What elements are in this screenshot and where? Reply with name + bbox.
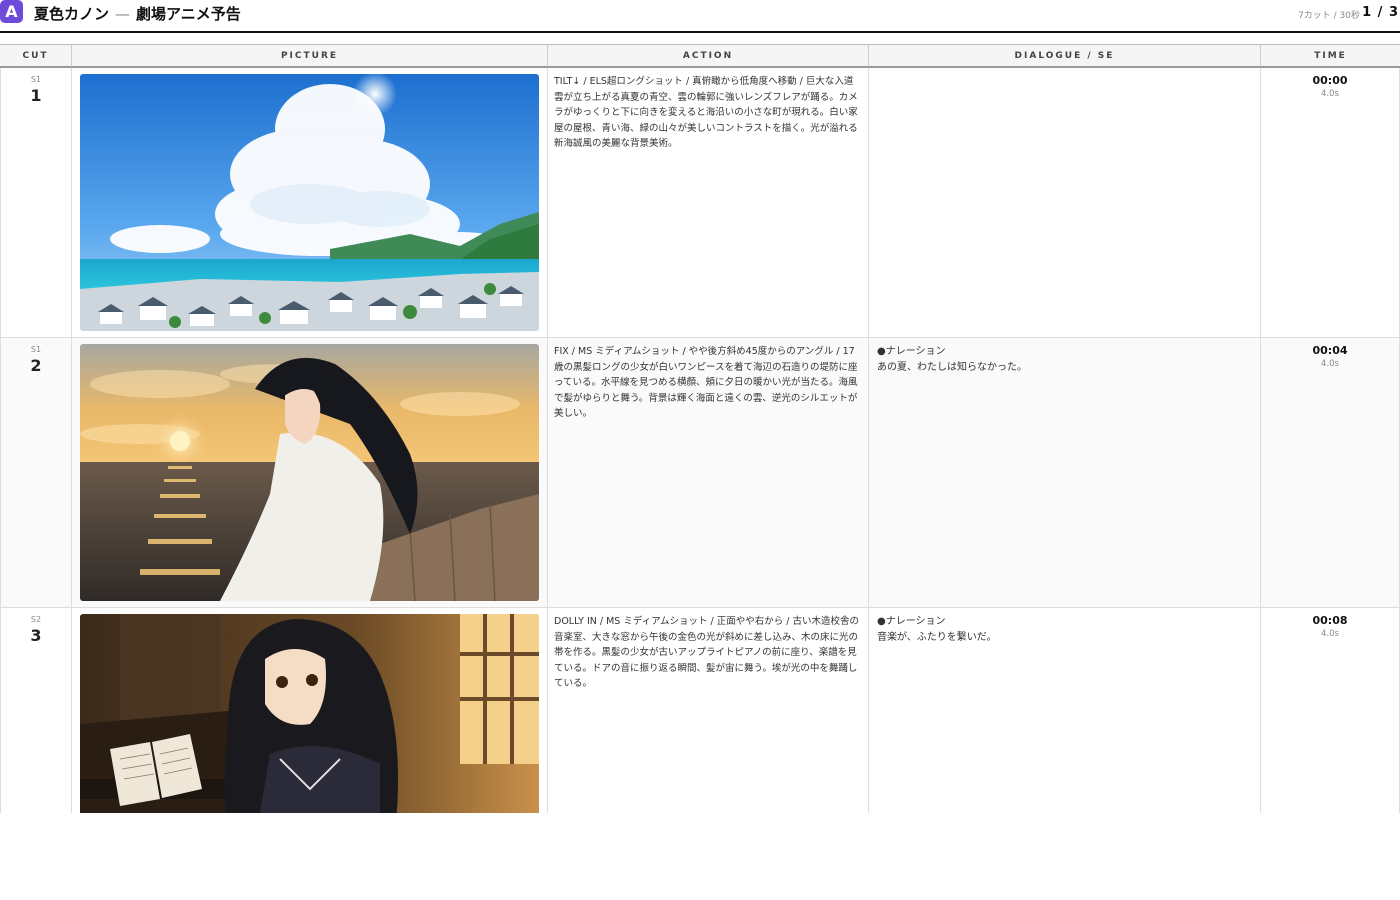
title-separator: — (115, 5, 131, 23)
project-subtitle: 劇場アニメ予告 (136, 5, 241, 23)
table-row[interactable]: S2 3 DOLLY IN / MS ミディアムショット / 正面やや右から /… (0, 608, 1400, 813)
table-header: CUT PICTURE ACTION DIALOGUE / SE TIME (0, 44, 1400, 68)
table-row[interactable]: S1 1 TILT↓ / ELS超ロングショット / 真俯瞰から低角度へ移動 /… (0, 68, 1400, 338)
time-cell: 00:00 4.0s (1260, 68, 1400, 337)
dialogue-text: 音楽が、ふたりを繋いだ。 (877, 632, 997, 643)
cut-number: 1 (30, 86, 42, 105)
project-title: 夏色カノン — 劇場アニメ予告 (34, 3, 241, 24)
table-row[interactable]: S1 2 FIX / MS ミディアムショット / やや後方斜め45度からのアン… (0, 338, 1400, 608)
picture-cell (71, 608, 547, 813)
cut-duration: 4.0s (1321, 359, 1339, 369)
time-cell: 00:08 4.0s (1260, 608, 1400, 813)
cut-duration: 4.0s (1321, 89, 1339, 99)
scene-label: S2 (30, 615, 42, 624)
column-header-time: TIME (1260, 45, 1400, 67)
column-header-dialogue: DIALOGUE / SE (868, 45, 1260, 67)
cut-cell: S1 1 (0, 68, 71, 337)
dialogue-cell: ●ナレーション 音楽が、ふたりを繋いだ。 (868, 608, 1260, 813)
dialogue-speaker: ●ナレーション (877, 346, 946, 357)
girl-sunset-image (80, 344, 539, 601)
cut-number: 3 (30, 626, 42, 645)
scene-label: S1 (30, 345, 42, 354)
app-logo[interactable]: A (0, 0, 23, 23)
dialogue-cell (868, 68, 1260, 337)
picture-cell (71, 338, 547, 607)
cut-cell: S1 2 (0, 338, 71, 607)
time-cell: 00:04 4.0s (1260, 338, 1400, 607)
column-header-cut: CUT (22, 51, 49, 61)
seaside-town-image (80, 74, 539, 331)
action-text: DOLLY IN / MS ミディアムショット / 正面やや右から / 古い木造… (554, 616, 859, 689)
action-text: FIX / MS ミディアムショット / やや後方斜め45度からのアングル / … (554, 346, 858, 419)
cut-number: 2 (30, 356, 42, 375)
column-header-picture: PICTURE (71, 45, 547, 67)
timecode: 00:00 (1312, 74, 1348, 87)
cut-count-summary: 7カット / 30秒 (1298, 11, 1360, 21)
cut-cell: S2 3 (0, 608, 71, 813)
storyboard-picture[interactable] (80, 614, 539, 813)
action-text: TILT↓ / ELS超ロングショット / 真俯瞰から低角度へ移動 / 巨大な入… (554, 76, 858, 149)
scene-label: S1 (30, 75, 42, 84)
dialogue-text: あの夏、わたしは知らなかった。 (877, 362, 1027, 373)
action-cell: TILT↓ / ELS超ロングショット / 真俯瞰から低角度へ移動 / 巨大な入… (547, 68, 868, 337)
column-header-action: ACTION (547, 45, 868, 67)
girl-piano-image (80, 614, 539, 813)
storyboard-table: CUT PICTURE ACTION DIALOGUE / SE TIME S1… (0, 44, 1400, 813)
timecode: 00:04 (1312, 344, 1348, 357)
cut-duration: 4.0s (1321, 629, 1339, 639)
dialogue-speaker: ●ナレーション (877, 616, 946, 627)
picture-cell (71, 68, 547, 337)
storyboard-picture[interactable] (80, 344, 539, 601)
project-name: 夏色カノン (34, 5, 110, 23)
action-cell: FIX / MS ミディアムショット / やや後方斜め45度からのアングル / … (547, 338, 868, 607)
action-cell: DOLLY IN / MS ミディアムショット / 正面やや右から / 古い木造… (547, 608, 868, 813)
storyboard-header: A 夏色カノン — 劇場アニメ予告 7カット / 30秒 1 / 3 (0, 0, 1400, 33)
timecode: 00:08 (1312, 614, 1348, 627)
dialogue-cell: ●ナレーション あの夏、わたしは知らなかった。 (868, 338, 1260, 607)
page-indicator: 1 / 3 (1362, 5, 1399, 20)
storyboard-picture[interactable] (80, 74, 539, 331)
